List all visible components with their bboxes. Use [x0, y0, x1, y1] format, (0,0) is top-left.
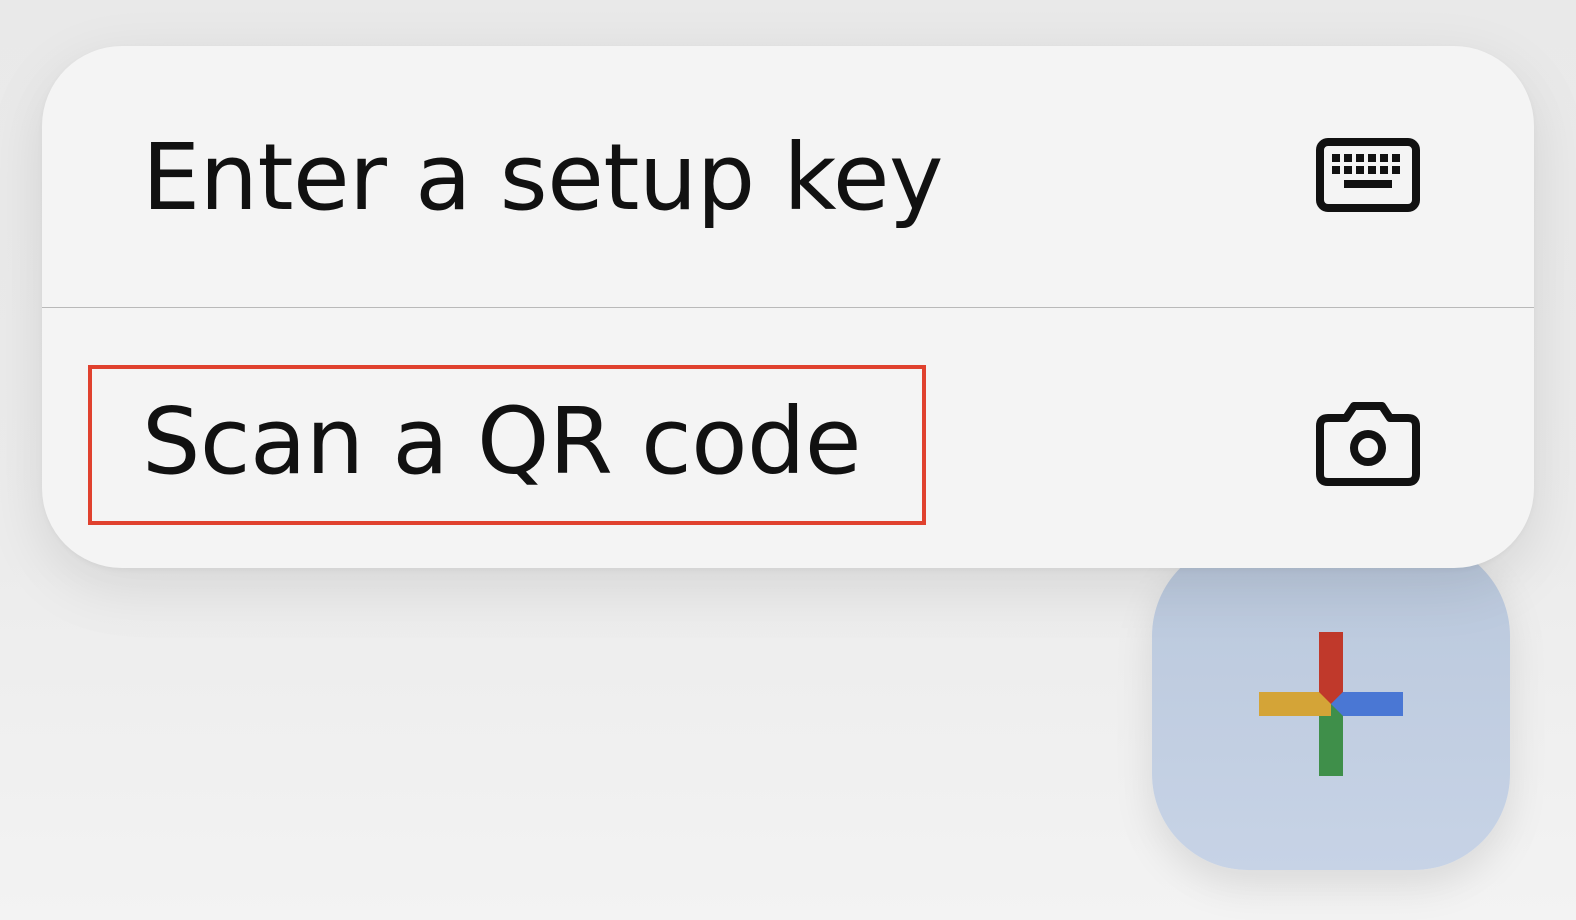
- camera-icon: [1316, 402, 1420, 486]
- menu-item-enter-setup-key[interactable]: Enter a setup key: [42, 46, 1534, 307]
- menu-item-label: Scan a QR code: [142, 388, 861, 495]
- add-account-menu: Enter a setup key Scan a QR code: [42, 46, 1534, 568]
- menu-item-label: Enter a setup key: [142, 124, 943, 231]
- add-account-fab[interactable]: [1152, 540, 1510, 870]
- keyboard-icon: [1316, 138, 1420, 212]
- menu-item-scan-qr-code[interactable]: Scan a QR code: [42, 308, 1534, 568]
- plus-icon: [1259, 632, 1403, 776]
